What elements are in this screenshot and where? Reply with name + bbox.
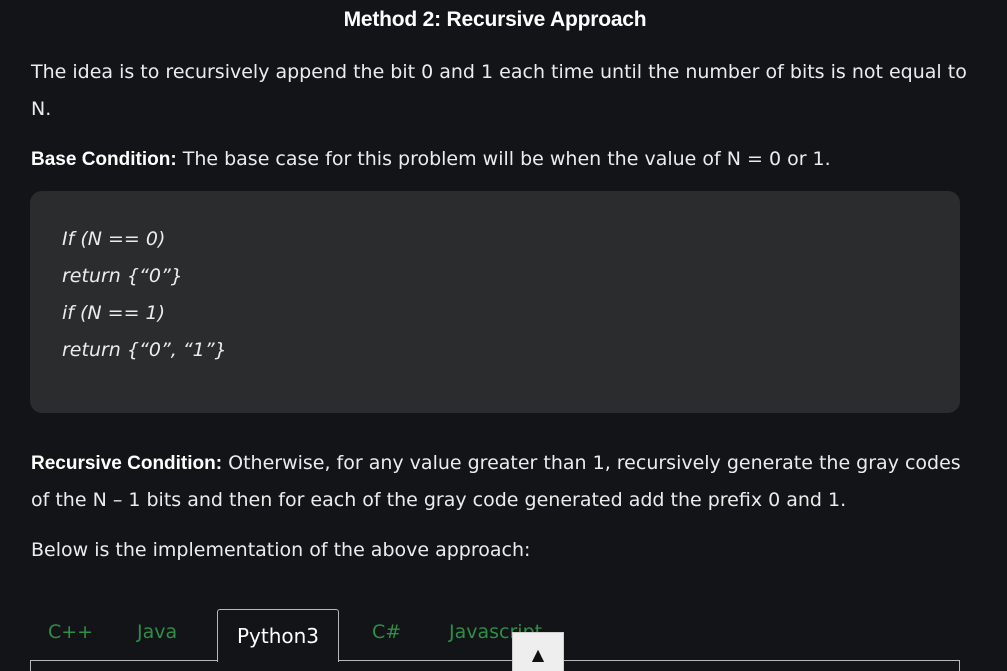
implementation-intro: Below is the implementation of the above…: [31, 539, 531, 561]
article-page: Method 2: Recursive Approach The idea is…: [0, 0, 1007, 671]
code-line: If (N == 0): [62, 228, 166, 250]
base-condition-label: Base Condition:: [31, 149, 177, 170]
idea-paragraph: The idea is to recursively append the bi…: [31, 61, 967, 120]
tab-java[interactable]: Java: [137, 621, 177, 643]
language-tabs: C++ Java Python3 C# Javascript: [30, 609, 960, 671]
scroll-to-top-button[interactable]: ▲: [512, 632, 564, 671]
code-line: if (N == 1): [62, 302, 166, 324]
base-condition-paragraph: Base Condition: The base case for this p…: [31, 141, 971, 178]
arrow-up-icon: ▲: [531, 645, 545, 664]
base-condition-text: The base case for this problem will be w…: [176, 148, 831, 170]
code-block: If (N == 0) return {“0”} if (N == 1) ret…: [30, 191, 960, 413]
code-line: return {“0”, “1”}: [62, 339, 227, 361]
tab-python3[interactable]: Python3: [217, 609, 339, 662]
recursive-condition-label: Recursive Condition:: [31, 453, 223, 474]
tab-csharp[interactable]: C#: [372, 621, 401, 643]
recursive-condition-paragraph: Recursive Condition: Otherwise, for any …: [31, 445, 971, 519]
tab-cpp[interactable]: C++: [48, 621, 93, 643]
code-line: return {“0”}: [62, 265, 183, 287]
section-heading: Method 2: Recursive Approach: [343, 8, 647, 31]
